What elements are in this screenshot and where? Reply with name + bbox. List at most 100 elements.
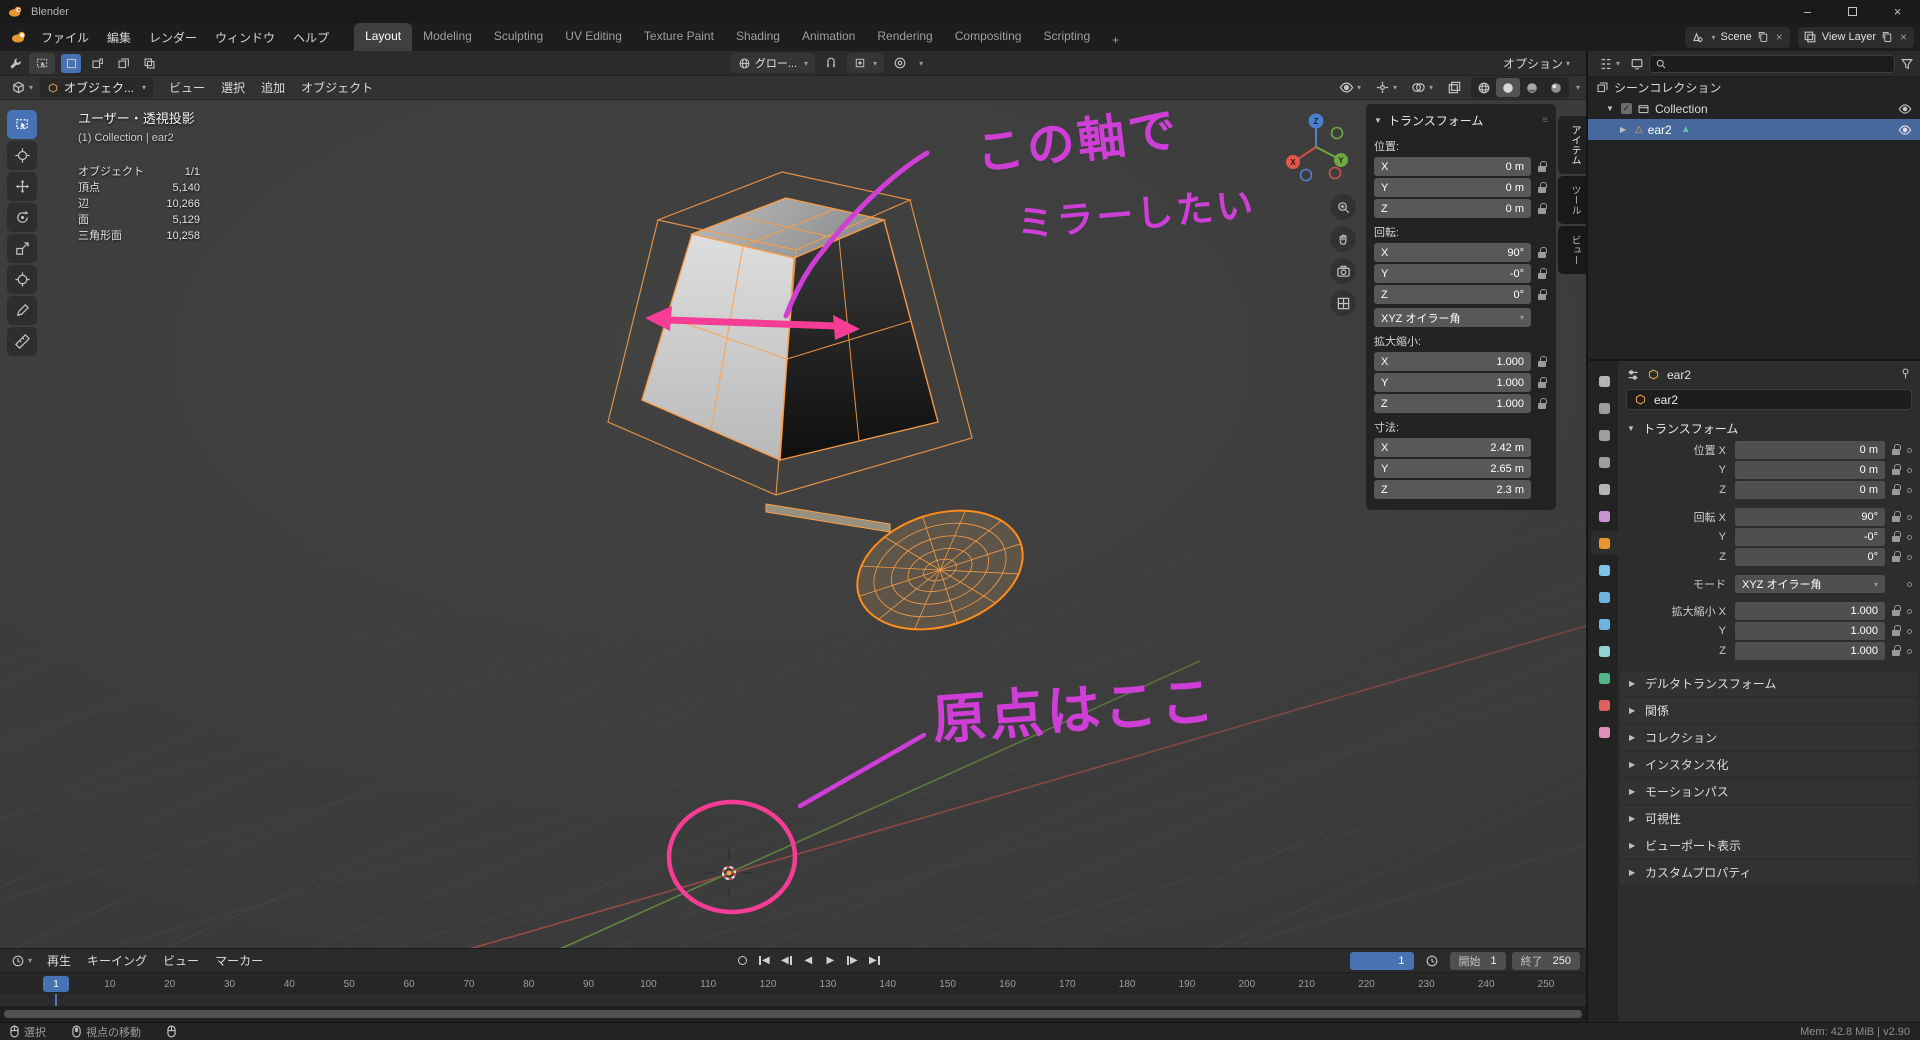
next-keyframe-button[interactable]: ▶ [842,952,862,970]
properties-tab-tool[interactable] [1591,369,1618,393]
properties-section[interactable]: ▶ モーションパス [1620,779,1918,804]
lock-icon[interactable] [1536,202,1548,214]
frame-end-field[interactable]: 終了 250 [1511,951,1580,970]
animate-dot[interactable] [1907,447,1912,453]
property-row[interactable]: 拡大縮小 X 1.000 [1618,602,1920,620]
outliner-editor-button[interactable]: ▾ [1594,55,1625,73]
properties-section[interactable]: ▶ 可視性 [1620,806,1918,831]
viewport-menu-item[interactable]: ビュー [161,76,213,99]
properties-section[interactable]: ▶ 関係 [1620,698,1918,723]
lock-icon[interactable] [1890,484,1902,495]
select-mode-extend-button[interactable] [87,54,107,73]
timeline-editor-button[interactable]: ▾ [6,952,37,970]
play-button[interactable]: ▶ [820,952,840,970]
tool-scale[interactable] [7,234,37,263]
animate-dot[interactable] [1907,487,1912,493]
properties-tab-constraints[interactable] [1591,639,1618,663]
properties-tab-object[interactable] [1591,531,1618,555]
viewport-3d[interactable]: ユーザー・透視投影 (1) Collection | ear2 オブジェクト 1… [0,100,1586,948]
transform-orientation-dropdown[interactable]: グロー... ▾ [730,53,816,73]
chevron-down-icon[interactable]: ▾ [919,59,923,68]
jump-to-start-button[interactable]: ◀ [754,952,774,970]
timeline-menu-item[interactable]: キーイング [79,949,155,972]
workspace-tab[interactable]: Rendering [866,23,943,51]
properties-editor-icon[interactable] [1626,368,1640,382]
scene-selector[interactable]: ▾ Scene × [1684,26,1790,48]
editor-type-button[interactable]: ▾ [6,78,38,97]
rotation-field-row[interactable]: Z 0° [1374,285,1548,304]
tool-move[interactable] [7,172,37,201]
menu-item[interactable]: ファイル [32,25,98,50]
eye-icon[interactable] [1898,102,1912,116]
zoom-button[interactable] [1330,194,1356,220]
gizmo-x-neg-axis[interactable] [1328,166,1342,180]
lock-icon[interactable] [1536,267,1548,279]
tool-cursor[interactable] [7,141,37,170]
property-row[interactable]: 位置 X 0 m [1618,441,1920,459]
outliner-row-collection[interactable]: ▼ ✓ Collection [1588,98,1920,119]
properties-section[interactable]: ▶ ビューポート表示 [1620,833,1918,858]
property-field[interactable]: 0° [1735,548,1885,566]
object-name-field[interactable]: ear2 [1626,389,1912,410]
transform-panel-header[interactable]: ▼ トランスフォーム ≡ [1374,107,1548,132]
workspace-tab[interactable]: Shading [725,23,791,51]
tool-transform[interactable] [7,265,37,294]
lock-icon[interactable] [1536,355,1548,367]
workspace-tab[interactable]: Sculpting [483,23,554,51]
dimension-field-row[interactable]: X 2.42 m [1374,438,1548,457]
properties-tab-render[interactable] [1591,396,1618,420]
workspace-tab[interactable]: Scripting [1032,23,1101,51]
property-field[interactable]: -0° [1735,528,1885,546]
blender-menu-button[interactable] [6,27,32,47]
property-field[interactable]: 1.000 [1735,622,1885,640]
filter-icon[interactable] [1900,57,1914,71]
properties-tab-material[interactable] [1591,693,1618,717]
wireframe-shading-button[interactable] [1472,78,1496,97]
lock-icon[interactable] [1890,605,1902,616]
lock-icon[interactable] [1536,397,1548,409]
lock-icon[interactable] [1890,645,1902,656]
auto-keying-button[interactable] [732,952,752,970]
dimension-field-row[interactable]: Z 2.3 m [1374,480,1548,499]
timeline-menu-item[interactable]: マーカー [207,949,271,972]
solid-shading-button[interactable] [1495,78,1520,97]
timeline-menu-item[interactable]: 再生 [39,949,79,972]
workspace-tab[interactable]: UV Editing [554,23,633,51]
timeline-ruler[interactable]: 1 11020304050607080901001101201301401501… [0,972,1586,994]
animate-dot[interactable] [1907,648,1912,654]
animate-dot[interactable] [1907,514,1912,520]
properties-tab-view-layer[interactable] [1591,450,1618,474]
outliner-row-ear2[interactable]: ▶ △ ear2 ▲ [1588,119,1920,140]
tool-measure[interactable] [7,327,37,356]
rotation-mode-dropdown[interactable]: XYZ オイラー角 ▾ [1374,308,1531,327]
property-row[interactable]: 回転 X 90° [1618,508,1920,526]
animate-dot[interactable] [1907,608,1912,614]
lock-icon[interactable] [1536,288,1548,300]
overlays-dropdown[interactable]: ▾ [1406,78,1438,97]
properties-tab-texture[interactable] [1591,720,1618,744]
lock-icon[interactable] [1536,246,1548,258]
property-field[interactable]: 0 m [1735,461,1885,479]
gizmo-y-neg-axis[interactable] [1330,126,1344,140]
animate-dot[interactable] [1907,581,1912,587]
transform-section-header[interactable]: ▼ トランスフォーム [1618,416,1920,441]
workspace-tab[interactable]: Compositing [944,23,1033,51]
properties-section[interactable]: ▶ コレクション [1620,725,1918,750]
location-field-row[interactable]: X 0 m [1374,157,1548,176]
property-field[interactable]: 1.000 [1735,642,1885,660]
properties-tab-object-data[interactable] [1591,666,1618,690]
collection-checkbox[interactable]: ✓ [1621,103,1632,114]
workspace-tab[interactable]: Layout [354,23,413,51]
viewport-menu-item[interactable]: 選択 [213,76,253,99]
property-row[interactable]: Z 1.000 [1618,642,1920,660]
animate-dot[interactable] [1907,467,1912,473]
select-mode-intersect-button[interactable] [139,54,159,73]
lock-icon[interactable] [1890,444,1902,455]
scale-field-row[interactable]: X 1.000 [1374,352,1548,371]
active-tool-button[interactable] [29,52,55,74]
viewport-menu-item[interactable]: オブジェクト [293,76,381,99]
current-frame-badge[interactable]: 1 [43,976,69,992]
snap-settings-dropdown[interactable]: ▾ [847,53,885,73]
snap-toggle-button[interactable] [821,54,841,73]
rendered-shading-button[interactable] [1544,78,1568,97]
